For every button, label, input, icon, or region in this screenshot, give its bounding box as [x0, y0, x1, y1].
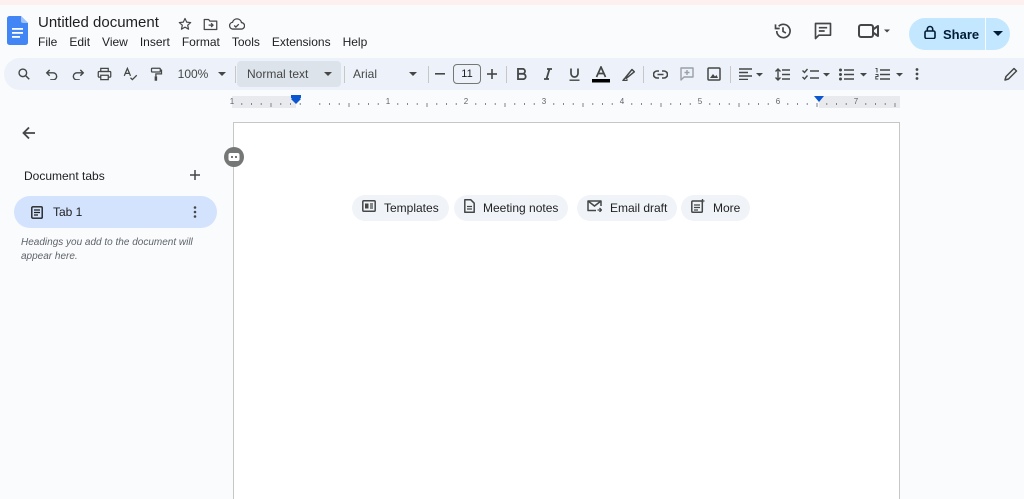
menu-insert[interactable]: Insert — [134, 35, 176, 50]
ruler-number: 5 — [698, 97, 703, 106]
comments-icon[interactable] — [811, 19, 835, 43]
highlight-color-icon[interactable] — [618, 58, 638, 90]
document-tabs-sidebar: Document tabs Tab 1 Headings you add to … — [0, 110, 233, 499]
spelling-check-icon[interactable] — [120, 58, 140, 90]
align-left-icon[interactable] — [736, 58, 766, 90]
email-draft-chip[interactable]: Email draft — [577, 195, 678, 221]
toolbar-divider — [506, 66, 507, 83]
meeting-notes-label: Meeting notes — [483, 201, 559, 215]
ruler-number: 7 — [854, 97, 859, 106]
insert-link-icon[interactable] — [650, 58, 670, 90]
share-label: Share — [943, 26, 980, 42]
ruler-right-margin — [819, 96, 900, 108]
font-family-dropdown-icon — [409, 72, 417, 76]
lock-icon — [924, 25, 936, 44]
templates-icon — [362, 199, 376, 217]
menu-bar: File Edit View Insert Format Tools Exten… — [32, 35, 373, 50]
title-bar: Untitled document File Edit View Insert … — [0, 5, 1024, 55]
toolbar-divider — [344, 66, 345, 83]
ruler-left-margin — [232, 96, 296, 108]
share-dropdown-icon[interactable] — [986, 18, 1010, 50]
back-arrow-icon[interactable] — [18, 122, 40, 144]
tab-label: Tab 1 — [53, 205, 83, 219]
toolbar-divider — [235, 66, 236, 83]
document-page[interactable] — [233, 122, 900, 499]
templates-label: Templates — [384, 201, 439, 215]
email-draft-label: Email draft — [610, 201, 668, 215]
move-to-folder-icon[interactable] — [201, 15, 219, 33]
undo-icon[interactable] — [42, 58, 62, 90]
bold-icon[interactable] — [512, 58, 532, 90]
zoom-value: 100% — [177, 67, 209, 81]
increase-font-size-icon[interactable] — [483, 58, 501, 90]
zoom-dropdown-icon — [218, 71, 227, 76]
meeting-notes-chip[interactable]: Meeting notes — [454, 195, 569, 221]
ruler-number: 1 — [386, 97, 391, 106]
numbered-list-icon[interactable] — [873, 58, 905, 90]
font-family-select[interactable]: Arial — [347, 58, 425, 90]
ruler-number: 1 — [230, 97, 235, 106]
toolbar-divider — [643, 66, 644, 83]
zoom-select[interactable]: 100% — [172, 58, 232, 90]
menu-edit[interactable]: Edit — [63, 35, 96, 50]
ruler[interactable]: 1 1 2 3 4 5 6 7 — [0, 94, 1024, 110]
redo-icon[interactable] — [68, 58, 88, 90]
headings-hint: Headings you add to the document will ap… — [21, 237, 193, 262]
meet-icon[interactable] — [856, 19, 894, 43]
paragraph-style-value: Normal text — [247, 67, 309, 81]
editing-mode-icon[interactable] — [999, 58, 1023, 90]
star-icon[interactable] — [176, 15, 194, 33]
menu-view[interactable]: View — [96, 35, 134, 50]
insert-image-icon[interactable] — [704, 58, 724, 90]
underline-icon[interactable] — [564, 58, 584, 90]
menu-tools[interactable]: Tools — [226, 35, 266, 50]
search-menus-icon[interactable] — [14, 58, 34, 90]
tab-more-options-icon[interactable] — [187, 204, 203, 220]
menu-extensions[interactable]: Extensions — [266, 35, 337, 50]
ruler-number: 3 — [542, 97, 547, 106]
italic-icon[interactable] — [538, 58, 558, 90]
document-title[interactable]: Untitled document — [38, 14, 159, 31]
more-icon — [691, 198, 705, 218]
font-size-input[interactable]: 11 — [453, 64, 481, 84]
more-chip[interactable]: More — [681, 195, 751, 221]
ruler-number: 2 — [464, 97, 469, 106]
menu-format[interactable]: Format — [176, 35, 226, 50]
paragraph-style-dropdown-icon — [324, 72, 332, 76]
font-family-value: Arial — [353, 67, 378, 81]
decrease-font-size-icon[interactable] — [431, 58, 449, 90]
cloud-saved-icon[interactable] — [227, 15, 245, 33]
paint-format-icon[interactable] — [146, 58, 166, 90]
share-button[interactable]: Share — [909, 18, 985, 50]
ruler-number: 6 — [776, 97, 781, 106]
share-button-group: Share — [909, 18, 1010, 50]
checklist-icon[interactable] — [800, 58, 832, 90]
more-label: More — [713, 201, 741, 215]
toolbar: 100% Normal text Arial 11 — [4, 58, 1024, 90]
add-comment-icon[interactable] — [677, 58, 697, 90]
templates-chip[interactable]: Templates — [352, 195, 449, 221]
document-icon — [464, 198, 475, 218]
add-tab-icon[interactable] — [185, 165, 205, 185]
menu-file[interactable]: File — [32, 35, 63, 50]
paragraph-style-select[interactable]: Normal text — [237, 61, 341, 87]
docs-logo-icon[interactable] — [7, 16, 28, 45]
print-icon[interactable] — [94, 58, 114, 90]
menu-help[interactable]: Help — [337, 35, 374, 50]
toolbar-divider — [730, 66, 731, 83]
text-color-icon[interactable] — [590, 58, 612, 90]
tab-document-icon — [30, 205, 44, 219]
ruler-scale: 1 1 2 3 4 5 6 7 — [230, 95, 900, 108]
ruler-number: 4 — [620, 97, 625, 106]
document-tabs-heading: Document tabs — [24, 169, 105, 183]
version-history-icon[interactable] — [771, 19, 795, 43]
line-spacing-icon[interactable] — [772, 58, 792, 90]
email-icon — [587, 199, 603, 217]
toolbar-divider — [428, 66, 429, 83]
bulleted-list-icon[interactable] — [837, 58, 869, 90]
more-options-icon[interactable] — [910, 58, 924, 90]
sidebar-tab-1[interactable]: Tab 1 — [14, 196, 217, 228]
gemini-assist-icon[interactable] — [224, 147, 244, 167]
